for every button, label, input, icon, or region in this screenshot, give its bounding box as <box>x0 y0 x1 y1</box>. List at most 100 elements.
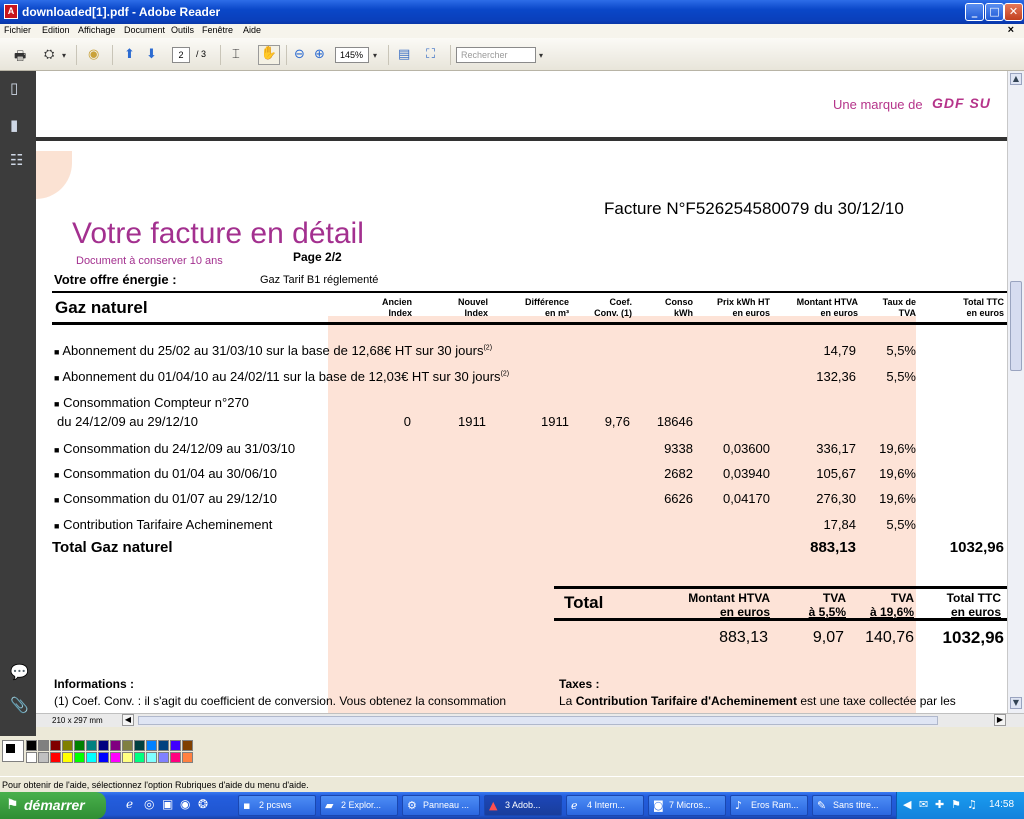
zoom-dropdown-icon[interactable]: ▾ <box>373 51 377 60</box>
horizontal-scrollbar[interactable] <box>138 716 938 725</box>
cell-nouvel: 1911 <box>458 414 486 429</box>
taskbar-button[interactable]: ♪ Eros Ram... <box>730 795 808 816</box>
zoom-in-icon[interactable]: ⊕ <box>314 47 325 62</box>
swatch[interactable] <box>26 752 37 763</box>
vertical-scrollbar[interactable]: ▲ ▼ <box>1007 71 1024 713</box>
comments-icon[interactable]: 💬 <box>10 663 29 681</box>
taskbar-button[interactable]: ◙ 7 Micros... <box>648 795 726 816</box>
col-nouvel-index: Nouvel Index <box>457 297 488 318</box>
swatch[interactable] <box>182 740 193 751</box>
menu-document[interactable]: Document <box>124 25 165 35</box>
current-colors[interactable] <box>2 740 24 762</box>
attachments-icon[interactable]: 📎 <box>10 696 29 714</box>
print-icon[interactable]: 🖶 <box>14 47 26 69</box>
swatch[interactable] <box>38 740 49 751</box>
window-titlebar[interactable]: A downloaded[1].pdf - Adobe Reader _ □ ✕ <box>0 0 1024 24</box>
swatch[interactable] <box>38 752 49 763</box>
close-button[interactable]: ✕ <box>1004 3 1023 21</box>
swatch[interactable] <box>158 740 169 751</box>
swatch[interactable] <box>62 740 73 751</box>
scroll-up-icon[interactable]: ▲ <box>1010 73 1022 85</box>
menu-affichage[interactable]: Affichage <box>78 25 115 35</box>
search-input[interactable]: Rechercher <box>456 47 536 63</box>
swatch[interactable] <box>110 752 121 763</box>
clock[interactable]: 14:58 <box>989 799 1014 810</box>
tray-chat-icon[interactable]: ✉ <box>919 798 928 811</box>
previous-page-icon[interactable]: ⬆ <box>124 47 135 62</box>
pages-icon[interactable]: ▯ <box>10 79 18 97</box>
decorative-shape <box>36 151 72 199</box>
info-title: Informations : <box>54 677 134 691</box>
swatch[interactable] <box>134 752 145 763</box>
swatch[interactable] <box>74 740 85 751</box>
scroll-right-icon[interactable]: ▶ <box>994 714 1006 726</box>
app-quicklaunch-icon[interactable]: ◉ <box>180 797 190 811</box>
menu-edition[interactable]: Edition <box>42 25 70 35</box>
menu-aide[interactable]: Aide <box>243 25 261 35</box>
swatch[interactable] <box>86 740 97 751</box>
collaborate-icon[interactable]: ⛭ <box>44 47 54 62</box>
scroll-down-icon[interactable]: ▼ <box>1010 697 1022 709</box>
taskbar-button[interactable]: ✎ Sans titre... <box>812 795 892 816</box>
cell-conso: 18646 <box>656 414 693 429</box>
scroll-left-icon[interactable]: ◀ <box>122 714 134 726</box>
tray-volume-icon[interactable]: ♫ <box>967 798 977 811</box>
subtitle: Document à conserver 10 ans <box>76 255 223 267</box>
swatch[interactable] <box>74 752 85 763</box>
summary-montant: 883,13 <box>719 629 768 646</box>
swatch[interactable] <box>158 752 169 763</box>
swatch[interactable] <box>170 752 181 763</box>
swatch[interactable] <box>170 740 181 751</box>
taskbar-button[interactable]: ⚙ Panneau ... <box>402 795 480 816</box>
menu-fichier[interactable]: Fichier <box>4 25 31 35</box>
firefox-quicklaunch-icon[interactable]: ❂ <box>198 797 208 811</box>
swatch[interactable] <box>26 740 37 751</box>
full-screen-icon[interactable]: ⛶ <box>426 47 435 62</box>
tray-network-icon[interactable]: ⚑ <box>951 798 961 811</box>
collaborate-dropdown-icon[interactable]: ▾ <box>62 51 66 60</box>
fit-page-icon[interactable]: ▤ <box>398 47 410 62</box>
swatch[interactable] <box>98 740 109 751</box>
swatch[interactable] <box>62 752 73 763</box>
swatch[interactable] <box>146 752 157 763</box>
col-taux-tva: Taux de TVA <box>882 297 916 318</box>
next-page-icon[interactable]: ⬇ <box>146 47 157 62</box>
swatch[interactable] <box>86 752 97 763</box>
menu-fenetre[interactable]: Fenêtre <box>202 25 233 35</box>
find-icon[interactable]: ◉ <box>88 47 99 62</box>
swatch[interactable] <box>98 752 109 763</box>
ie-quicklaunch-icon[interactable]: ℯ <box>126 797 133 811</box>
swatch[interactable] <box>50 752 61 763</box>
swatch[interactable] <box>110 740 121 751</box>
hand-tool-icon[interactable]: ✋ <box>258 45 280 65</box>
swatch[interactable] <box>50 740 61 751</box>
taskbar-button[interactable]: ▰ 2 Explor... <box>320 795 398 816</box>
outlook-quicklaunch-icon[interactable]: ◎ <box>144 797 154 811</box>
swatch[interactable] <box>134 740 145 751</box>
media-quicklaunch-icon[interactable]: ▣ <box>162 797 173 811</box>
taskbar-button-active[interactable]: ▲ 3 Adob... <box>484 795 562 816</box>
document-close-icon[interactable]: × <box>1008 24 1014 36</box>
minimize-button[interactable]: _ <box>965 3 984 21</box>
menu-outils[interactable]: Outils <box>171 25 194 35</box>
taskbar-button[interactable]: ℯ4 Intern... <box>566 795 644 816</box>
maximize-button[interactable]: □ <box>985 3 1004 21</box>
tray-arrow-icon[interactable]: ◀ <box>903 798 911 811</box>
taskbar-button[interactable]: ▪ 2 pcsws <box>238 795 316 816</box>
start-button[interactable]: ⚑ démarrer <box>0 792 106 819</box>
swatch[interactable] <box>182 752 193 763</box>
swatch[interactable] <box>122 752 133 763</box>
zoom-out-icon[interactable]: ⊖ <box>294 47 305 62</box>
search-dropdown-icon[interactable]: ▾ <box>539 51 543 60</box>
bookmarks-icon[interactable]: ▮ <box>10 116 18 134</box>
page-number-input[interactable]: 2 <box>172 47 190 63</box>
zoom-level-input[interactable]: 145% <box>335 47 369 63</box>
select-tool-icon[interactable]: ⌶ <box>232 47 240 62</box>
layers-icon[interactable]: ☷ <box>10 151 23 169</box>
swatch[interactable] <box>122 740 133 751</box>
swatch[interactable] <box>146 740 157 751</box>
tray-app-icon[interactable]: ✚ <box>935 798 944 811</box>
scroll-thumb[interactable] <box>1010 281 1022 371</box>
summary-col-tva55: TVA à 5,5% <box>808 591 846 619</box>
invoice-reference: Facture N°F526254580079 du 30/12/10 <box>604 199 904 218</box>
